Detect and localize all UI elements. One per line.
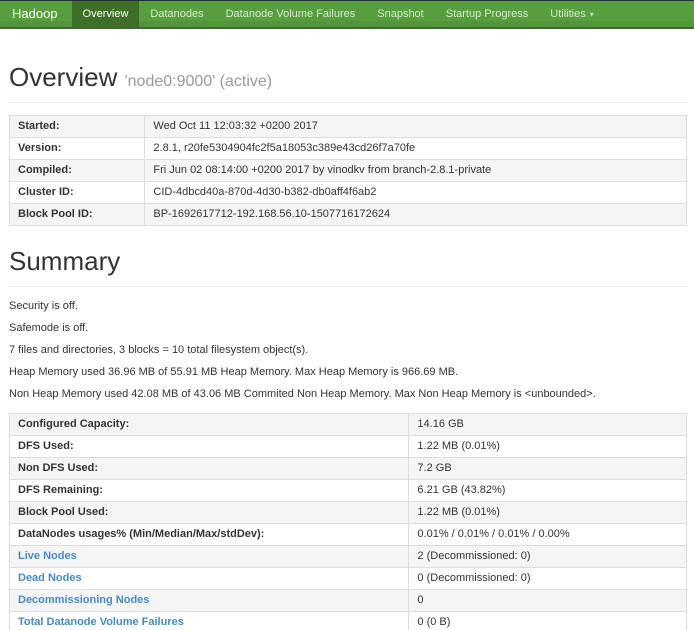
filesystem-objects-status: 7 files and directories, 3 blocks = 10 t… [9,344,687,356]
nav-tab-datanode-volume-failures[interactable]: Datanode Volume Failures [215,1,367,27]
row-value: Wed Oct 11 12:03:32 +0200 2017 [145,116,687,138]
table-row: Configured Capacity: 14.16 GB [10,414,687,436]
table-row: Started: Wed Oct 11 12:03:32 +0200 2017 [10,116,687,138]
row-label: Non DFS Used: [10,458,409,480]
total-datanode-volume-failures-link[interactable]: Total Datanode Volume Failures [18,616,184,628]
nav-tab-startup-progress[interactable]: Startup Progress [435,1,540,27]
table-row: Live Nodes 2 (Decommissioned: 0) [10,546,687,568]
row-value: 0 (Decommissioned: 0) [409,568,687,590]
summary-header: Summary [9,246,687,287]
row-value: 14.16 GB [409,414,687,436]
row-label: Started: [10,116,145,138]
row-label: Block Pool Used: [10,502,409,524]
navbar-menu: Overview Datanodes Datanode Volume Failu… [72,1,605,27]
non-heap-memory-status: Non Heap Memory used 42.08 MB of 43.06 M… [9,388,687,400]
row-label: Configured Capacity: [10,414,409,436]
summary-title: Summary [9,246,687,277]
overview-title: Overview 'node0:9000' (active) [9,62,687,93]
row-label: Version: [10,138,145,160]
row-value: 1.22 MB (0.01%) [409,436,687,458]
safemode-status: Safemode is off. [9,322,687,334]
row-value: 7.2 GB [409,458,687,480]
table-row: DataNodes usages% (Min/Median/Max/stdDev… [10,524,687,546]
row-value: 2.8.1, r20fe5304904fc2f5a18053c389e43cd2… [145,138,687,160]
row-label: DFS Remaining: [10,480,409,502]
nav-tab-overview[interactable]: Overview [72,1,140,27]
table-row: Decommissioning Nodes 0 [10,590,687,612]
table-row: Non DFS Used: 7.2 GB [10,458,687,480]
row-label: Block Pool ID: [10,204,145,226]
row-label: Dead Nodes [10,568,409,590]
row-label: DFS Used: [10,436,409,458]
row-label: Decommissioning Nodes [10,590,409,612]
row-label: Compiled: [10,160,145,182]
table-row: Block Pool ID: BP-1692617712-192.168.56.… [10,204,687,226]
row-label: DataNodes usages% (Min/Median/Max/stdDev… [10,524,409,546]
main-content: Overview 'node0:9000' (active) Started: … [0,62,694,630]
table-row: DFS Used: 1.22 MB (0.01%) [10,436,687,458]
summary-table: Configured Capacity: 14.16 GB DFS Used: … [9,413,687,630]
namenode-info-table: Started: Wed Oct 11 12:03:32 +0200 2017 … [9,115,687,226]
row-value: CID-4dbcd40a-870d-4d30-b382-db0aff4f6ab2 [145,182,687,204]
table-row: Version: 2.8.1, r20fe5304904fc2f5a18053c… [10,138,687,160]
nav-tab-datanodes[interactable]: Datanodes [139,1,214,27]
dead-nodes-link[interactable]: Dead Nodes [18,572,82,584]
row-value: 0 (0 B) [409,612,687,630]
row-value: Fri Jun 02 08:14:00 +0200 2017 by vinodk… [145,160,687,182]
overview-header: Overview 'node0:9000' (active) [9,62,687,103]
table-row: Dead Nodes 0 (Decommissioned: 0) [10,568,687,590]
table-row: Cluster ID: CID-4dbcd40a-870d-4d30-b382-… [10,182,687,204]
row-value: 0 [409,590,687,612]
row-value: 1.22 MB (0.01%) [409,502,687,524]
nav-tab-snapshot[interactable]: Snapshot [366,1,434,27]
row-label: Live Nodes [10,546,409,568]
top-navbar: Hadoop Overview Datanodes Datanode Volum… [0,0,694,29]
row-value: 6.21 GB (43.82%) [409,480,687,502]
overview-title-text: Overview [9,62,117,92]
table-row: Total Datanode Volume Failures 0 (0 B) [10,612,687,630]
hadoop-brand-link[interactable]: Hadoop [0,1,72,27]
table-row: DFS Remaining: 6.21 GB (43.82%) [10,480,687,502]
nav-dropdown-utilities[interactable]: Utilities ▾ [539,1,604,27]
table-row: Compiled: Fri Jun 02 08:14:00 +0200 2017… [10,160,687,182]
summary-status-text: Security is off. Safemode is off. 7 file… [9,300,687,400]
row-label: Total Datanode Volume Failures [10,612,409,630]
row-value: 2 (Decommissioned: 0) [409,546,687,568]
live-nodes-link[interactable]: Live Nodes [18,550,77,562]
heap-memory-status: Heap Memory used 36.96 MB of 55.91 MB He… [9,366,687,378]
utilities-label: Utilities [550,8,585,20]
namenode-address-state: 'node0:9000' (active) [125,73,273,90]
table-row: Block Pool Used: 1.22 MB (0.01%) [10,502,687,524]
caret-down-icon: ▾ [590,10,594,19]
row-label: Cluster ID: [10,182,145,204]
row-value: 0.01% / 0.01% / 0.01% / 0.00% [409,524,687,546]
row-value: BP-1692617712-192.168.56.10-150771617262… [145,204,687,226]
decommissioning-nodes-link[interactable]: Decommissioning Nodes [18,594,149,606]
security-status: Security is off. [9,300,687,312]
